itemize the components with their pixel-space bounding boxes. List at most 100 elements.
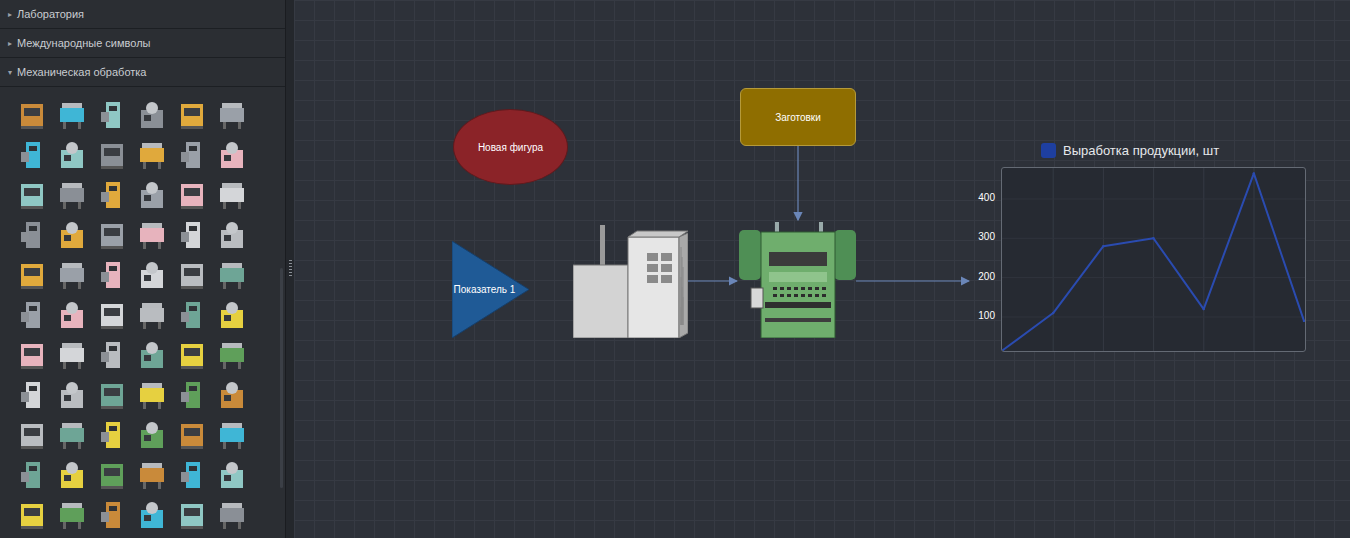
palette-item[interactable]	[212, 455, 252, 495]
palette-item[interactable]	[172, 495, 212, 535]
palette-item[interactable]	[92, 415, 132, 455]
palette-item[interactable]	[92, 295, 132, 335]
palette-item[interactable]	[92, 455, 132, 495]
palette-item[interactable]	[212, 95, 252, 135]
palette-item[interactable]	[132, 295, 172, 335]
palette-item[interactable]	[52, 495, 92, 535]
palette-item[interactable]	[12, 495, 52, 535]
palette-item[interactable]	[52, 175, 92, 215]
palette-item[interactable]	[132, 215, 172, 255]
palette-item[interactable]	[92, 335, 132, 375]
palette-item[interactable]	[12, 95, 52, 135]
palette-item[interactable]	[12, 455, 52, 495]
palette-item[interactable]	[92, 95, 132, 135]
palette-item[interactable]	[212, 135, 252, 175]
connector[interactable]	[797, 146, 798, 220]
machine-icon	[138, 500, 166, 530]
line-chart[interactable]: Выработка продукции, шт 400300200100	[969, 143, 1306, 352]
palette-item[interactable]	[12, 215, 52, 255]
ellipse-node[interactable]: Новая фигура	[453, 109, 568, 185]
data-point[interactable]	[1253, 172, 1255, 174]
palette-item[interactable]	[12, 135, 52, 175]
machine-icon	[178, 140, 206, 170]
node-label: Новая фигура	[478, 142, 543, 153]
machine-icon	[58, 260, 86, 290]
palette-item[interactable]	[212, 215, 252, 255]
library-section[interactable]: ▸ Международные символы	[0, 29, 285, 58]
palette-item[interactable]	[172, 335, 212, 375]
palette-item[interactable]	[52, 255, 92, 295]
data-point[interactable]	[1102, 245, 1104, 247]
palette-item[interactable]	[172, 455, 212, 495]
palette-item[interactable]	[92, 255, 132, 295]
palette-item[interactable]	[132, 135, 172, 175]
panel-splitter[interactable]	[285, 0, 294, 538]
palette-item[interactable]	[172, 415, 212, 455]
data-point[interactable]	[1202, 308, 1204, 310]
rect-node[interactable]: Заготовки	[740, 88, 856, 146]
palette-item[interactable]	[212, 335, 252, 375]
palette-item[interactable]	[132, 335, 172, 375]
palette-item[interactable]	[172, 255, 212, 295]
palette-item[interactable]	[132, 495, 172, 535]
palette-item[interactable]	[212, 295, 252, 335]
data-point[interactable]	[1002, 349, 1004, 351]
palette-item[interactable]	[212, 495, 252, 535]
palette-item[interactable]	[132, 415, 172, 455]
palette-item[interactable]	[172, 175, 212, 215]
sidebar-scrollbar[interactable]	[280, 268, 283, 488]
palette-item[interactable]	[212, 255, 252, 295]
palette-item[interactable]	[172, 215, 212, 255]
library-section[interactable]: ▾ Механическая обработка	[0, 58, 285, 87]
palette-item[interactable]	[92, 495, 132, 535]
palette-item[interactable]	[12, 415, 52, 455]
palette-item[interactable]	[212, 175, 252, 215]
palette-item[interactable]	[132, 175, 172, 215]
palette-item[interactable]	[172, 375, 212, 415]
palette-item[interactable]	[172, 295, 212, 335]
machine-icon	[178, 260, 206, 290]
palette-item[interactable]	[92, 135, 132, 175]
y-axis: 400300200100	[969, 167, 995, 350]
palette-item[interactable]	[172, 95, 212, 135]
connector[interactable]	[688, 280, 737, 281]
library-section[interactable]: ▸ Лаборатория	[0, 0, 285, 29]
palette-item[interactable]	[132, 375, 172, 415]
palette-item[interactable]	[52, 295, 92, 335]
machine-icon	[58, 180, 86, 210]
palette-item[interactable]	[12, 335, 52, 375]
palette-item[interactable]	[92, 175, 132, 215]
palette-item[interactable]	[132, 455, 172, 495]
data-point[interactable]	[1152, 237, 1154, 239]
factory-node[interactable]	[573, 225, 688, 338]
palette-item[interactable]	[92, 215, 132, 255]
triangle-node[interactable]: Показатель 1	[452, 241, 529, 338]
palette-item[interactable]	[52, 335, 92, 375]
palette-item[interactable]	[92, 375, 132, 415]
palette-item[interactable]	[52, 95, 92, 135]
palette-item[interactable]	[12, 375, 52, 415]
factory-icon	[573, 225, 688, 338]
palette-item[interactable]	[52, 415, 92, 455]
palette-item[interactable]	[12, 295, 52, 335]
machine-icon	[178, 460, 206, 490]
palette-item[interactable]	[52, 375, 92, 415]
palette-item[interactable]	[52, 455, 92, 495]
palette-item[interactable]	[132, 255, 172, 295]
palette-item[interactable]	[212, 415, 252, 455]
shape-library: ▸ Лаборатория ▸ Международные символы ▾ …	[0, 0, 285, 538]
canvas[interactable]: Новая фигура Показатель 1 Заготовки Выраб…	[294, 0, 1350, 538]
palette-item[interactable]	[12, 255, 52, 295]
data-point[interactable]	[1052, 312, 1054, 314]
machine-icon	[98, 140, 126, 170]
palette-item[interactable]	[12, 175, 52, 215]
palette-item[interactable]	[172, 135, 212, 175]
expand-icon: ▸	[8, 39, 12, 48]
press-node[interactable]	[739, 222, 856, 338]
connector[interactable]	[856, 280, 969, 281]
palette-item[interactable]	[132, 95, 172, 135]
palette-item[interactable]	[52, 135, 92, 175]
palette-item[interactable]	[52, 215, 92, 255]
data-point[interactable]	[1303, 320, 1305, 322]
palette-item[interactable]	[212, 375, 252, 415]
